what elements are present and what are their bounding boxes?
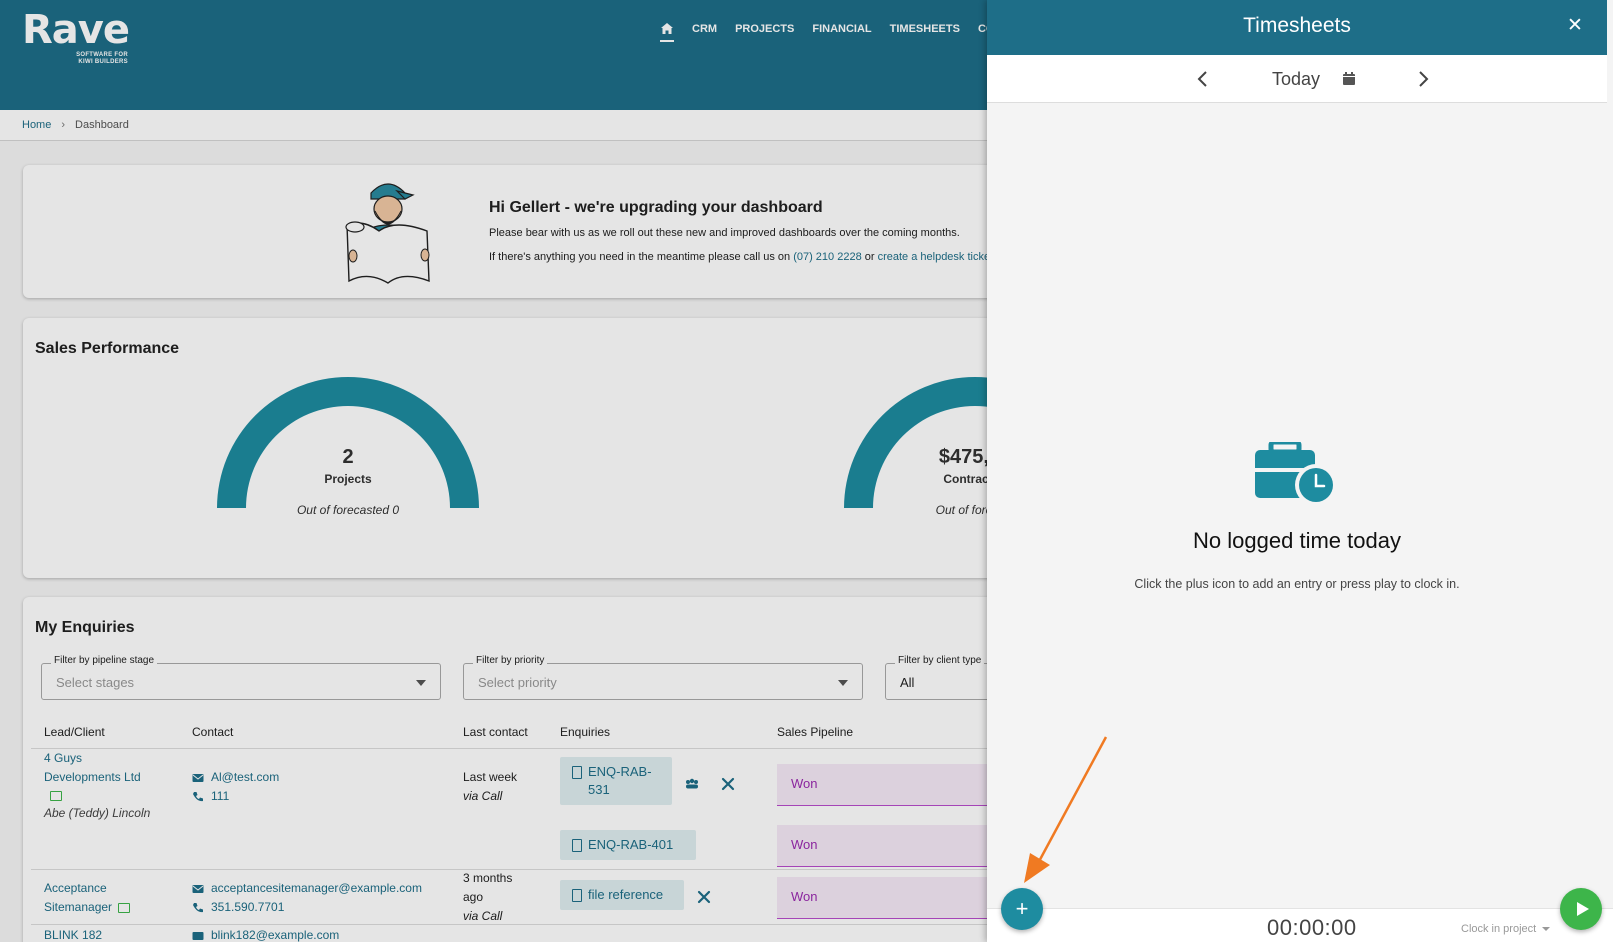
date-navigator: Today	[987, 55, 1607, 103]
drawer-footer: 00:00:00 Clock in project	[987, 908, 1613, 942]
timesheets-drawer: Timesheets ✕ Today No logged time today …	[987, 0, 1613, 942]
calendar-icon[interactable]	[1342, 71, 1356, 86]
empty-state-subtitle: Click the plus icon to add an entry or p…	[1134, 577, 1460, 591]
clock-in-project-select[interactable]: Clock in project	[1461, 923, 1551, 935]
clock-in-project-label: Clock in project	[1461, 923, 1537, 935]
empty-state-title: No logged time today	[1193, 528, 1401, 553]
add-entry-button[interactable]: +	[1001, 888, 1043, 930]
date-label[interactable]: Today	[1272, 69, 1320, 90]
chevron-right-icon[interactable]	[1411, 67, 1435, 91]
clock-in-play-button[interactable]	[1560, 888, 1602, 930]
plus-icon: +	[1015, 896, 1029, 921]
chevron-down-icon	[1542, 927, 1551, 931]
drawer-header: Timesheets ✕	[987, 0, 1607, 55]
briefcase-clock-icon	[1255, 442, 1337, 506]
close-icon[interactable]: ✕	[1565, 16, 1585, 36]
drawer-title: Timesheets	[1243, 14, 1351, 37]
play-icon	[1577, 902, 1589, 916]
chevron-left-icon[interactable]	[1191, 67, 1215, 91]
timer-display: 00:00:00	[1267, 915, 1357, 940]
